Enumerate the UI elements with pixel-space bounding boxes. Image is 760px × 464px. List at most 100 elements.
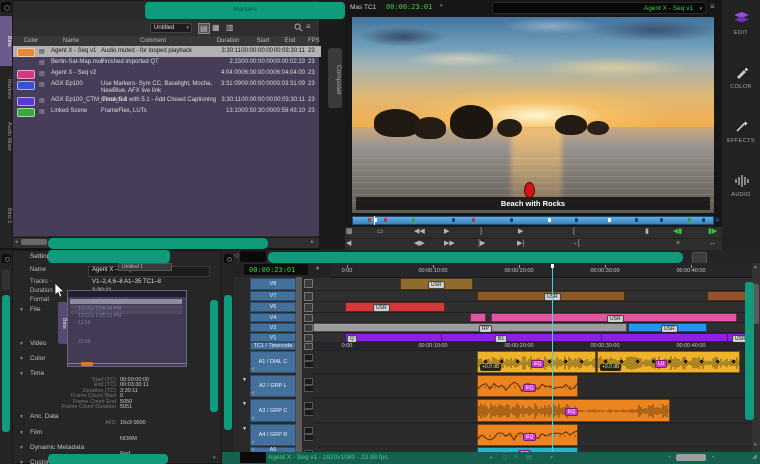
clip-effect-badge[interactable]: USR xyxy=(428,281,445,289)
scrub-marker[interactable] xyxy=(412,218,415,222)
scrub-marker[interactable] xyxy=(575,218,578,222)
clip-effect-badge[interactable]: USR xyxy=(661,325,678,333)
bin-row[interactable]: ▤Agent X - Seq v1Audio muted - for loope… xyxy=(13,46,321,57)
status-bar-icon[interactable]: ▸ xyxy=(490,454,493,461)
transport-button[interactable]: ▶▶ xyxy=(444,240,455,248)
track-monitor-button[interactable] xyxy=(304,292,313,301)
red-marker-icon[interactable] xyxy=(524,182,535,198)
audio-effect-badge[interactable]: LU xyxy=(655,360,667,368)
transport-button[interactable]: →[ xyxy=(571,240,580,248)
speaker-icon[interactable]: ◁ xyxy=(251,439,254,444)
track-header-v1[interactable]: V1 xyxy=(250,333,296,342)
track-lane[interactable]: USR xyxy=(313,278,752,291)
track-lane[interactable]: EQ xyxy=(313,424,752,447)
script-view-icon[interactable]: ▥ xyxy=(226,23,234,32)
bin-view-dropdown[interactable]: Untitled ▾ xyxy=(150,23,192,33)
track-monitor-button[interactable] xyxy=(304,334,313,342)
workspace-edit[interactable]: EDIT xyxy=(722,12,760,52)
playhead[interactable] xyxy=(552,264,553,452)
disclosure-triangle-icon[interactable]: ▼ xyxy=(19,445,24,451)
timeline-clip[interactable]: USR xyxy=(491,313,737,322)
bin-row[interactable]: ▤Berlin-Sat-Map.movFinished imported QT2… xyxy=(13,57,321,68)
scrub-marker[interactable] xyxy=(368,218,371,222)
bin-column-header-start[interactable]: Start xyxy=(249,38,277,44)
track-lane[interactable]: USR xyxy=(313,302,752,313)
settings-section-film[interactable]: Film xyxy=(30,429,42,436)
disclosure-triangle-icon[interactable]: ▼ xyxy=(19,356,24,362)
search-icon[interactable] xyxy=(294,23,303,32)
track-lane[interactable]: +0.0 dBEQ+0.0 dBLU xyxy=(313,351,752,374)
settings-section-time[interactable]: Time xyxy=(30,370,44,377)
transport-button[interactable]: ◀▶ xyxy=(414,240,425,248)
settings-section-color[interactable]: Color xyxy=(30,355,46,362)
settings-strip-tab[interactable] xyxy=(2,270,10,290)
transport-button[interactable]: ◀◀ xyxy=(414,228,425,236)
speaker-icon[interactable]: ◁ xyxy=(234,252,239,259)
scrub-marker[interactable] xyxy=(510,218,513,222)
track-lane[interactable]: 0:0000:00:10:0000:00:20:0000:00:30:0000:… xyxy=(313,342,752,351)
bin-menu-icon[interactable]: ≡ xyxy=(306,22,311,31)
track-header-v6[interactable]: V6 xyxy=(250,302,296,312)
status-bar-icon[interactable]: ▾ xyxy=(550,454,553,461)
clip-effect-badge[interactable]: B1 xyxy=(495,335,507,343)
sidebar-tab-bins[interactable]: Bins xyxy=(0,16,12,66)
scrub-marker[interactable] xyxy=(548,218,551,222)
bin-column-header-comment[interactable]: Comment xyxy=(139,38,167,44)
timeline-clip[interactable]: USR xyxy=(628,323,707,332)
track-lane[interactable]: USR xyxy=(313,313,752,323)
timeline-hscroll-thumb[interactable] xyxy=(676,454,706,461)
timeline-clip[interactable]: +0.0 dBLU xyxy=(597,351,740,373)
settings-section-dynamic-metadata[interactable]: Dynamic Metadata xyxy=(30,444,84,451)
timeline-clip[interactable]: +0.0 dBEQ xyxy=(477,351,596,373)
settings-section-anc-data[interactable]: Anc. Data xyxy=(30,413,59,420)
composer-clip-dropdown[interactable]: Agent X - Seq v1 ▾ xyxy=(492,2,706,14)
workspace-color[interactable]: COLOR xyxy=(722,66,760,106)
transport-button[interactable]: ◀ xyxy=(346,240,351,248)
timeline-clip[interactable]: RP xyxy=(313,323,627,332)
audio-effect-badge[interactable]: EQ xyxy=(565,408,578,416)
speaker-icon[interactable]: ◁ xyxy=(251,390,254,395)
speaker-icon[interactable]: ◁ xyxy=(251,366,254,371)
speaker-icon[interactable]: ◁ xyxy=(251,446,254,451)
transport-button[interactable]: × xyxy=(676,240,680,248)
track-lane[interactable]: EQ xyxy=(313,375,752,398)
hscroll-left-arrow[interactable]: ◂ xyxy=(668,455,671,460)
track-header-a3[interactable]: A3 / GRP C xyxy=(250,399,296,422)
audio-effect-badge[interactable]: EQ xyxy=(523,433,536,441)
list-view-icon[interactable]: ▤ xyxy=(198,23,210,34)
bin-row[interactable]: ▤AGX Ep100Use Markers- Sym CC, Baselight… xyxy=(13,79,321,95)
track-monitor-button[interactable] xyxy=(304,343,313,350)
scroll-right-arrow[interactable]: ▸ xyxy=(311,240,314,245)
settings-scroll-down-icon[interactable]: ▾ xyxy=(213,455,216,461)
timeline-clip[interactable]: USR xyxy=(345,302,445,312)
transport-button[interactable]: ▶ xyxy=(444,228,449,236)
transport-button[interactable]: ↔ xyxy=(709,240,716,248)
track-header-v8[interactable]: V8 xyxy=(250,278,296,290)
scrub-marker[interactable] xyxy=(384,218,387,222)
speaker-icon[interactable]: ◁ xyxy=(251,415,254,420)
bin-row[interactable]: ▤AGX Ep100_CTM_Final_5.1Corrected with 5… xyxy=(13,95,321,106)
disclosure-triangle-icon[interactable]: ▼ xyxy=(242,377,247,383)
timeline-clip[interactable] xyxy=(470,313,486,322)
settings-section-video[interactable]: Video xyxy=(30,340,47,347)
scrub-marker[interactable] xyxy=(635,218,638,222)
track-monitor-button[interactable] xyxy=(304,324,313,332)
bin-hscroll-thumb[interactable] xyxy=(21,239,47,245)
track-lane[interactable]: EQ xyxy=(313,399,752,423)
workspace-effects[interactable]: EFFECTS xyxy=(722,120,760,160)
track-header-a2[interactable]: A2 / GRP L xyxy=(250,375,296,397)
status-bar-icon[interactable]: ◦ xyxy=(538,454,540,460)
sidebar-tab-audio-mixer[interactable]: Audio Mixer xyxy=(0,110,12,164)
track-lane[interactable]: USR xyxy=(313,291,752,302)
transport-button[interactable]: ]▶ xyxy=(478,240,485,248)
composer-menu-icon[interactable]: ≡ xyxy=(710,2,715,11)
hscroll-right-arrow[interactable]: ▸ xyxy=(712,455,715,460)
bin-column-header-fps[interactable]: FPS xyxy=(308,38,336,44)
bin-column-header-name[interactable]: Name xyxy=(57,38,85,44)
track-header-a1[interactable]: A1 / DIAL C xyxy=(250,351,296,373)
disclosure-triangle-icon[interactable]: ▼ xyxy=(19,341,24,347)
timeline-clip[interactable]: USR xyxy=(477,291,625,301)
status-bar-icon[interactable]: ▤ xyxy=(526,454,532,461)
disclosure-triangle-icon[interactable]: ▼ xyxy=(19,430,24,436)
sidebar-tab-markers[interactable]: Markers xyxy=(0,70,12,108)
